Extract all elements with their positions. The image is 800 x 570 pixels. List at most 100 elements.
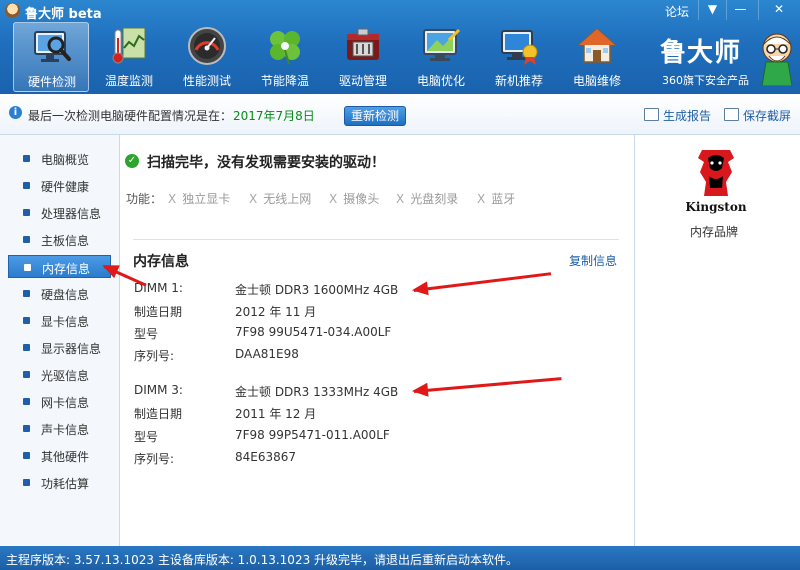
status-bar: 主程序版本: 3.57.13.1023 主设备库版本: 1.0.13.1023 … bbox=[0, 546, 800, 570]
function-label: 光盘刻录 bbox=[410, 192, 459, 206]
sidebar-item-label: 电脑概览 bbox=[41, 153, 90, 167]
toolbar-driver-manager[interactable]: 驱动管理 bbox=[325, 22, 401, 92]
function-item: X 摄像头 bbox=[329, 190, 379, 207]
dimm1-model-value: 7F98 99U5471-034.A00LF bbox=[235, 325, 392, 339]
dimm1-model-label: 型号 bbox=[134, 327, 159, 341]
functions-label: 功能： bbox=[126, 192, 163, 206]
dimm3-model-value: 7F98 99P5471-011.A00LF bbox=[235, 428, 390, 442]
sidebar-item-label: 主板信息 bbox=[41, 234, 90, 248]
hardware-check-icon bbox=[34, 31, 71, 62]
generate-report-link[interactable]: 生成报告 bbox=[644, 107, 711, 124]
bullet-icon bbox=[23, 344, 30, 351]
bullet-icon bbox=[23, 182, 30, 189]
app-title: 鲁大师 beta bbox=[25, 7, 102, 22]
function-item: X 无线上网 bbox=[249, 190, 311, 207]
function-item: X 蓝牙 bbox=[477, 190, 515, 207]
check-ok-icon: ✓ bbox=[125, 154, 139, 168]
sidebar-item-network[interactable]: 网卡信息 bbox=[8, 390, 111, 413]
bullet-icon bbox=[23, 398, 30, 405]
optimize-icon bbox=[423, 28, 461, 61]
sidebar-item-overview[interactable]: 电脑概览 bbox=[8, 147, 111, 170]
sidebar-item-monitor[interactable]: 显示器信息 bbox=[8, 336, 111, 359]
kingston-logo-text: Kingston bbox=[685, 200, 746, 214]
sidebar-item-label: 处理器信息 bbox=[41, 207, 102, 221]
function-label: 摄像头 bbox=[343, 192, 380, 206]
sidebar-item-motherboard[interactable]: 主板信息 bbox=[8, 228, 111, 251]
sidebar: 电脑概览 硬件健康 处理器信息 主板信息 内存信息 硬盘信息 显卡信息 显示器信… bbox=[0, 135, 120, 546]
sidebar-item-cpu[interactable]: 处理器信息 bbox=[8, 201, 111, 224]
toolbar-performance[interactable]: 性能测试 bbox=[169, 22, 245, 92]
function-item: X 光盘刻录 bbox=[396, 190, 458, 207]
app-logo-icon bbox=[5, 3, 20, 18]
toolbar-label: 驱动管理 bbox=[338, 74, 387, 88]
minimize-button[interactable]: — bbox=[726, 0, 754, 20]
report-icon bbox=[644, 108, 659, 121]
title-bar: 鲁大师 beta 论坛 ▼ — ✕ bbox=[0, 0, 800, 22]
info-icon: i bbox=[9, 106, 22, 119]
recheck-button[interactable]: 重新检测 bbox=[344, 106, 406, 126]
bullet-icon bbox=[23, 479, 30, 486]
dropdown-menu-button[interactable]: ▼ bbox=[698, 0, 726, 20]
x-mark-icon: X bbox=[249, 192, 258, 206]
sidebar-item-sound[interactable]: 声卡信息 bbox=[8, 417, 111, 440]
function-label: 蓝牙 bbox=[491, 192, 516, 206]
driver-chip-icon bbox=[347, 28, 379, 60]
camera-icon bbox=[724, 108, 739, 121]
x-mark-icon: X bbox=[168, 192, 177, 206]
dimm3-date-label: 制造日期 bbox=[134, 407, 183, 421]
dimm1-serial-value: DAA81E98 bbox=[235, 347, 299, 361]
sidebar-item-label: 显示器信息 bbox=[41, 342, 102, 356]
sidebar-item-label: 其他硬件 bbox=[41, 450, 90, 464]
toolbar-new-pc[interactable]: 新机推荐 bbox=[481, 22, 557, 92]
sidebar-item-label: 显卡信息 bbox=[41, 315, 90, 329]
divider bbox=[133, 239, 619, 240]
sidebar-item-label: 声卡信息 bbox=[41, 423, 90, 437]
dimm3-slot-value: 金士顿 DDR3 1333MHz 4GB bbox=[235, 385, 399, 399]
save-screenshot-label: 保存截屏 bbox=[743, 109, 792, 123]
dimm1-slot-value: 金士顿 DDR3 1600MHz 4GB bbox=[235, 283, 399, 297]
dimm3-serial-value: 84E63867 bbox=[235, 450, 297, 464]
toolbar-optimize[interactable]: 电脑优化 bbox=[403, 22, 479, 92]
function-label: 无线上网 bbox=[263, 192, 312, 206]
save-screenshot-link[interactable]: 保存截屏 bbox=[724, 107, 791, 124]
sidebar-item-label: 网卡信息 bbox=[41, 396, 90, 410]
toolbar-repair[interactable]: 电脑维修 bbox=[559, 22, 635, 92]
copy-info-link[interactable]: 复制信息 bbox=[569, 252, 617, 269]
sidebar-item-disk[interactable]: 硬盘信息 bbox=[8, 282, 111, 305]
clover-icon bbox=[270, 31, 300, 65]
bullet-icon bbox=[24, 264, 31, 271]
sidebar-item-label: 功耗估算 bbox=[41, 477, 90, 491]
memory-section-title: 内存信息 bbox=[133, 254, 189, 270]
thermometer-icon bbox=[112, 27, 146, 64]
bullet-icon bbox=[23, 155, 30, 162]
forum-link[interactable]: 论坛 bbox=[665, 3, 689, 20]
bullet-icon bbox=[23, 371, 30, 378]
function-label: 独立显卡 bbox=[182, 192, 231, 206]
sidebar-item-power[interactable]: 功耗估算 bbox=[8, 471, 111, 494]
status-text: 主程序版本: 3.57.13.1023 主设备库版本: 1.0.13.1023 … bbox=[6, 553, 519, 567]
sidebar-item-label: 硬件健康 bbox=[41, 180, 90, 194]
toolbar-temperature[interactable]: 温度监测 bbox=[91, 22, 167, 92]
sidebar-item-health[interactable]: 硬件健康 bbox=[8, 174, 111, 197]
toolbar-energy-saving[interactable]: 节能降温 bbox=[247, 22, 323, 92]
dimm1-serial-label: 序列号: bbox=[134, 349, 175, 363]
sidebar-item-other[interactable]: 其他硬件 bbox=[8, 444, 111, 467]
scan-result-message: 扫描完毕，没有发现需要安装的驱动！ bbox=[147, 155, 385, 171]
dimm1-date-label: 制造日期 bbox=[134, 305, 183, 319]
function-item: X 独立显卡 bbox=[168, 190, 230, 207]
bullet-icon bbox=[23, 290, 30, 297]
sidebar-item-memory[interactable]: 内存信息 bbox=[8, 255, 111, 278]
sidebar-item-gpu[interactable]: 显卡信息 bbox=[8, 309, 111, 332]
sidebar-item-optical[interactable]: 光驱信息 bbox=[8, 363, 111, 386]
x-mark-icon: X bbox=[329, 192, 338, 206]
toolbar-label: 电脑优化 bbox=[416, 74, 465, 88]
toolbar-label: 温度监测 bbox=[104, 74, 153, 88]
toolbar-label: 硬件检测 bbox=[27, 75, 76, 89]
memory-brand-caption: 内存品牌 bbox=[690, 225, 739, 239]
dimm3-serial-label: 序列号: bbox=[134, 452, 175, 466]
repair-house-icon bbox=[577, 27, 617, 63]
bullet-icon bbox=[23, 236, 30, 243]
close-button[interactable]: ✕ bbox=[758, 0, 799, 20]
toolbar-hardware-check[interactable]: 硬件检测 bbox=[13, 22, 89, 92]
generate-report-label: 生成报告 bbox=[663, 109, 712, 123]
